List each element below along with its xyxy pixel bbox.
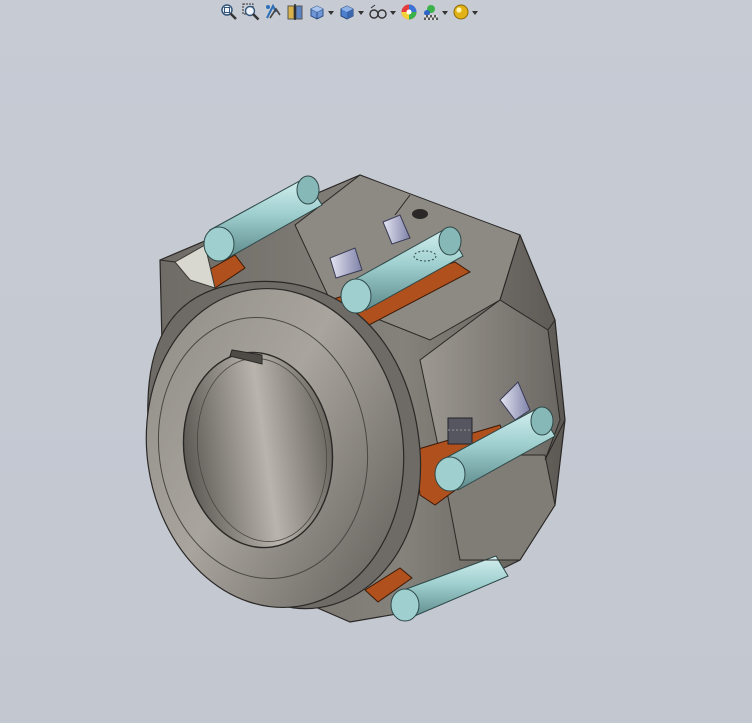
display-style-button[interactable] bbox=[336, 2, 366, 22]
section-view-button[interactable] bbox=[284, 2, 306, 22]
hide-show-items-button[interactable] bbox=[366, 2, 398, 22]
zoom-to-area-button[interactable] bbox=[240, 2, 262, 22]
previous-view-icon bbox=[266, 3, 281, 19]
display-style-icon bbox=[340, 5, 354, 20]
previous-view-button[interactable] bbox=[262, 2, 284, 22]
chevron-down-icon bbox=[358, 11, 364, 15]
view-orientation-button[interactable] bbox=[306, 2, 336, 22]
zoom-to-fit-button[interactable] bbox=[218, 2, 240, 22]
top-hole bbox=[412, 209, 428, 219]
apply-scene-icon bbox=[424, 5, 438, 20]
heads-up-view-toolbar bbox=[218, 2, 480, 22]
zoom-to-fit-icon bbox=[221, 4, 237, 20]
zoom-to-area-icon bbox=[242, 3, 260, 21]
chevron-down-icon bbox=[390, 11, 396, 15]
view-orientation-icon bbox=[310, 5, 324, 20]
edit-appearance-button[interactable] bbox=[398, 2, 420, 22]
hide-show-items-icon bbox=[369, 4, 387, 19]
chevron-down-icon bbox=[472, 11, 478, 15]
view-settings-button[interactable] bbox=[450, 2, 480, 22]
graphics-area[interactable] bbox=[0, 24, 752, 723]
edit-appearance-icon bbox=[401, 4, 417, 20]
chevron-down-icon bbox=[328, 11, 334, 15]
section-view-icon bbox=[287, 4, 303, 20]
chevron-down-icon bbox=[442, 11, 448, 15]
coupling-hub-model[interactable] bbox=[0, 24, 752, 723]
view-settings-icon bbox=[453, 4, 469, 20]
apply-scene-button[interactable] bbox=[420, 2, 450, 22]
